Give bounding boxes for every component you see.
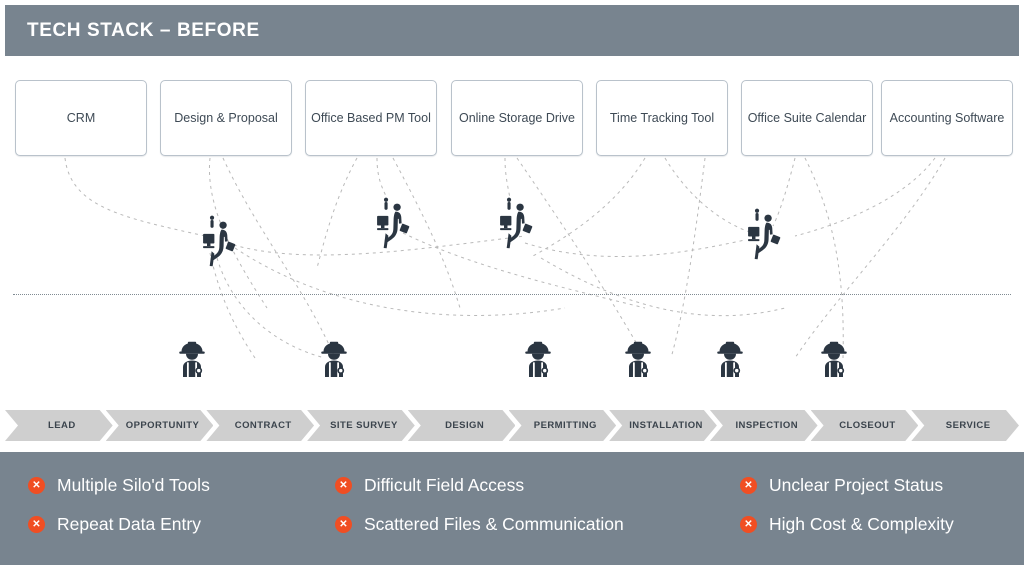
pain-points-panel: ✕ Multiple Silo'd Tools ✕ Repeat Data Entry… <box>0 452 1024 565</box>
x-mark-icon: ✕ <box>740 516 757 533</box>
process-step-4[interactable]: DESIGN <box>408 410 516 441</box>
office-worker-3 <box>494 195 534 254</box>
connector-line-6 <box>504 157 511 199</box>
field-worker-glyph <box>625 341 651 377</box>
x-mark-icon: ✕ <box>335 477 352 494</box>
process-step-7[interactable]: INSPECTION <box>710 410 818 441</box>
pain-point-label: Scattered Files & Communication <box>364 514 624 534</box>
connector-line-4 <box>376 157 388 199</box>
process-step-label: CLOSEOUT <box>839 420 896 431</box>
connector-line-18 <box>524 239 746 257</box>
process-step-label: PERMITTING <box>533 420 597 431</box>
field-worker-glyph <box>717 341 743 377</box>
connector-line-21 <box>216 257 326 359</box>
office-worker-1 <box>197 213 237 272</box>
slide-root: TECH STACK – BEFORE CRM Design & Proposal… <box>0 0 1024 565</box>
pain-point-label: Unclear Project Status <box>769 475 944 495</box>
tool-box-label: Accounting Software <box>889 110 1005 125</box>
field-worker-4 <box>623 340 653 383</box>
pain-point-item: ✕ Multiple Silo'd Tools <box>28 475 210 496</box>
connector-line-8 <box>532 157 646 257</box>
connector-line-16 <box>234 247 566 316</box>
tool-box-0[interactable]: CRM <box>15 80 147 156</box>
field-worker-glyph <box>821 341 847 377</box>
tool-box-5[interactable]: Office Suite Calendar <box>741 80 873 156</box>
process-step-label: INSPECTION <box>735 420 799 431</box>
connector-line-3 <box>316 157 358 269</box>
process-step-label: INSTALLATION <box>629 420 703 431</box>
office-worker-glyph <box>500 197 533 249</box>
tool-box-label: Online Storage Drive <box>458 110 576 125</box>
field-worker-glyph <box>321 341 347 377</box>
field-worker-3 <box>523 340 553 383</box>
tool-box-2[interactable]: Office Based PM Tool <box>305 80 437 156</box>
process-step-5[interactable]: PERMITTING <box>509 410 617 441</box>
field-worker-1 <box>177 340 207 383</box>
pain-point-label: Difficult Field Access <box>364 475 525 495</box>
process-step-1[interactable]: OPPORTUNITY <box>106 410 214 441</box>
process-step-3[interactable]: SITE SURVEY <box>307 410 415 441</box>
connector-line-9 <box>664 157 754 234</box>
tool-box-label: CRM <box>66 110 96 125</box>
office-field-divider <box>13 294 1011 295</box>
field-worker-glyph <box>525 341 551 377</box>
pain-point-label: Repeat Data Entry <box>57 514 201 534</box>
office-worker-glyph <box>748 208 781 260</box>
field-worker-6 <box>819 340 849 383</box>
pain-point-label: Multiple Silo'd Tools <box>57 475 210 495</box>
connector-line-14 <box>794 157 946 359</box>
tool-box-label: Design & Proposal <box>174 110 278 125</box>
process-step-label: OPPORTUNITY <box>125 420 200 431</box>
pain-point-label: High Cost & Complexity <box>769 514 954 534</box>
process-step-6[interactable]: INSTALLATION <box>609 410 717 441</box>
process-step-0[interactable]: LEAD <box>5 410 113 441</box>
x-mark-icon: ✕ <box>28 516 45 533</box>
x-mark-icon: ✕ <box>740 477 757 494</box>
process-step-8[interactable]: CLOSEOUT <box>811 410 919 441</box>
pain-point-item: ✕ Unclear Project Status <box>740 475 943 496</box>
field-worker-glyph <box>179 341 205 377</box>
tool-box-1[interactable]: Design & Proposal <box>160 80 292 156</box>
connector-line-2 <box>222 157 336 359</box>
x-mark-icon: ✕ <box>28 477 45 494</box>
field-worker-5 <box>715 340 745 383</box>
office-worker-glyph <box>203 215 236 267</box>
slide-header: TECH STACK – BEFORE <box>5 5 1019 56</box>
process-step-2[interactable]: CONTRACT <box>206 410 314 441</box>
tool-box-6[interactable]: Accounting Software <box>881 80 1013 156</box>
connector-line-19 <box>540 257 786 317</box>
office-worker-4 <box>742 206 782 265</box>
pain-point-item: ✕ Repeat Data Entry <box>28 514 201 535</box>
connector-line-10 <box>670 157 706 359</box>
page-title: TECH STACK – BEFORE <box>27 19 260 41</box>
connector-line-0 <box>64 157 206 237</box>
pain-point-item: ✕ Difficult Field Access <box>335 475 524 496</box>
diagram-canvas: CRM Design & Proposal Office Based PM Tool… <box>5 58 1019 452</box>
tool-box-label: Office Suite Calendar <box>747 110 867 125</box>
tool-box-label: Office Based PM Tool <box>311 110 431 125</box>
process-step-label: SITE SURVEY <box>330 420 398 431</box>
x-mark-icon: ✕ <box>335 516 352 533</box>
field-worker-2 <box>319 340 349 383</box>
process-step-label: DESIGN <box>445 420 485 431</box>
process-step-9[interactable]: SERVICE <box>911 410 1019 441</box>
tool-box-3[interactable]: Online Storage Drive <box>451 80 583 156</box>
process-step-label: SERVICE <box>945 420 991 431</box>
connector-line-13 <box>794 157 936 237</box>
pain-point-item: ✕ High Cost & Complexity <box>740 514 954 535</box>
connector-line-7 <box>516 157 646 359</box>
process-stage-band: LEAD OPPORTUNITY CONTRACT SITE SURVEY DESIGN… <box>5 410 1019 441</box>
tool-box-4[interactable]: Time Tracking Tool <box>596 80 728 156</box>
process-step-label: LEAD <box>48 420 76 431</box>
office-worker-glyph <box>377 197 410 249</box>
pain-point-item: ✕ Scattered Files & Communication <box>335 514 624 535</box>
connector-line-12 <box>804 157 844 359</box>
tool-box-label: Time Tracking Tool <box>609 110 715 125</box>
office-worker-2 <box>371 195 411 254</box>
process-step-label: CONTRACT <box>234 420 292 431</box>
